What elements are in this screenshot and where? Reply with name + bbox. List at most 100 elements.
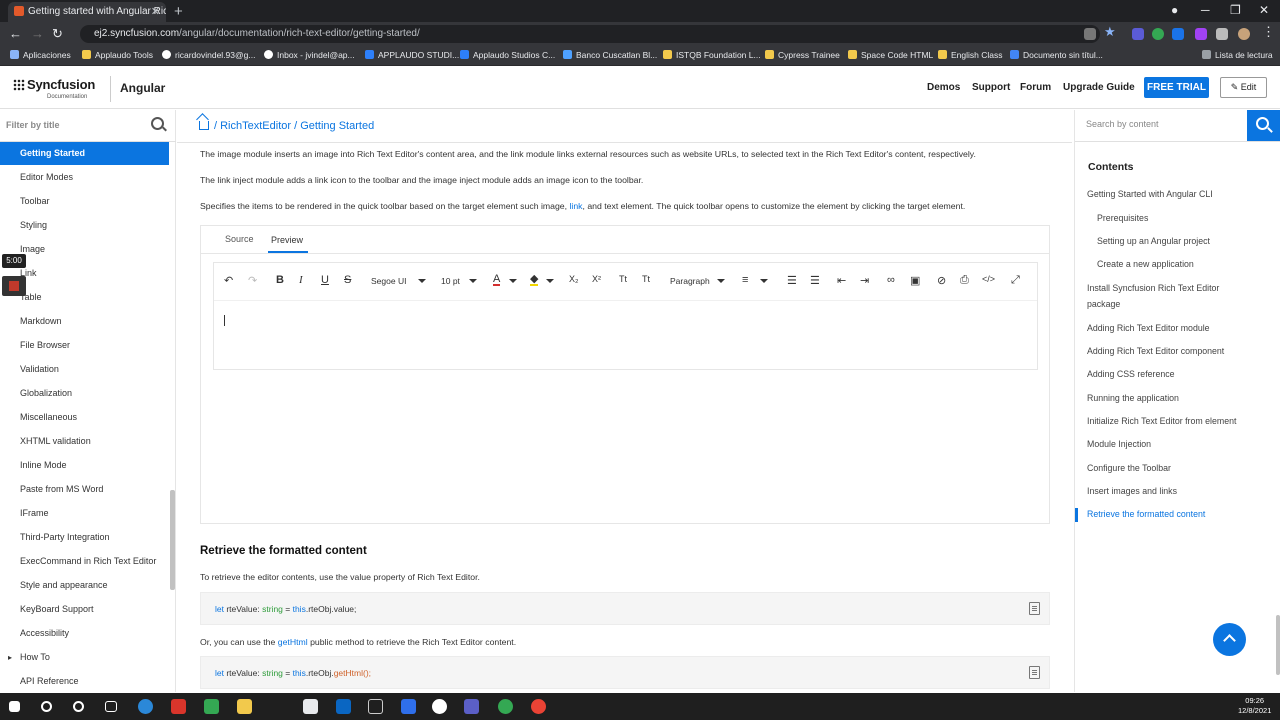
redo-icon[interactable]: ↷ <box>248 274 257 287</box>
sidebar-item[interactable]: XHTML validation <box>0 430 169 453</box>
outdent-icon[interactable]: ⇤ <box>837 274 846 287</box>
store-icon[interactable] <box>303 699 318 714</box>
chrome-icon[interactable] <box>531 699 546 714</box>
vscode-icon[interactable] <box>401 699 416 714</box>
product-name[interactable]: Angular <box>120 81 165 95</box>
toc-item[interactable]: Setting up an Angular project <box>1097 233 1210 250</box>
scroll-to-top-button[interactable] <box>1213 623 1246 656</box>
bookmark-item[interactable]: ricardovindel.93@g... <box>162 50 255 60</box>
back-icon[interactable]: ← <box>9 26 22 41</box>
filter-input[interactable]: Filter by title <box>6 120 60 130</box>
stop-recording-button[interactable] <box>2 276 26 296</box>
nav-upgrade-guide[interactable]: Upgrade Guide <box>1063 82 1135 93</box>
address-bar[interactable]: ej2.syncfusion.com/angular/documentation… <box>80 25 1100 43</box>
system-clock[interactable]: 09:26 12/8/2021 <box>1238 696 1271 716</box>
search-icon[interactable] <box>41 701 52 712</box>
new-tab-icon[interactable]: + <box>174 3 183 20</box>
clear-format-icon[interactable]: ⊘ <box>937 274 946 287</box>
superscript-icon[interactable]: X² <box>592 274 601 284</box>
reload-icon[interactable]: ↻ <box>52 26 63 42</box>
toc-item[interactable]: Install Syncfusion Rich Text Editor <box>1087 280 1219 297</box>
toc-item[interactable]: Module Injection <box>1087 436 1151 453</box>
indent-icon[interactable]: ⇥ <box>860 274 869 287</box>
toc-item[interactable]: Running the application <box>1087 390 1179 407</box>
sidebar-item[interactable]: Editor Modes <box>0 166 169 189</box>
sidebar-item[interactable]: Accessibility <box>0 622 169 645</box>
bookmark-item[interactable]: Applaudo Tools <box>82 50 153 60</box>
extension-icon[interactable] <box>1172 28 1184 40</box>
bold-icon[interactable]: B <box>276 274 284 286</box>
translate-icon[interactable] <box>1084 28 1096 40</box>
syncfusion-logo[interactable]: Syncfusion Documentation <box>13 77 99 103</box>
link[interactable]: getHtml <box>278 637 308 647</box>
link-icon[interactable]: ∞ <box>887 274 895 286</box>
profile-dot-icon[interactable]: ● <box>1171 3 1178 17</box>
toc-item[interactable]: Adding Rich Text Editor module <box>1087 320 1210 337</box>
slack-icon[interactable] <box>432 699 447 714</box>
font-name-dropdown[interactable]: Segoe UI <box>371 276 406 286</box>
free-trial-button[interactable]: FREE TRIAL <box>1144 77 1209 98</box>
align-icon[interactable]: ≡ <box>742 274 748 286</box>
sidebar-item[interactable]: Globalization <box>0 382 169 405</box>
toc-item[interactable]: package <box>1087 296 1120 313</box>
sidebar-item[interactable]: Markdown <box>0 310 169 333</box>
background-color-icon[interactable]: ◆ <box>530 274 539 286</box>
format-dropdown[interactable]: Paragraph <box>670 276 710 286</box>
toc-item[interactable]: Insert images and links <box>1087 483 1177 500</box>
sidebar-item[interactable]: Validation <box>0 358 169 381</box>
sidebar-item[interactable]: File Browser <box>0 334 169 357</box>
underline-icon[interactable]: U <box>321 274 329 286</box>
bookmark-item[interactable]: Banco Cuscatlan Bl... <box>563 50 657 60</box>
toc-item[interactable]: Create a new application <box>1097 256 1194 273</box>
subscript-icon[interactable]: X₂ <box>569 274 579 284</box>
settings-icon[interactable] <box>368 699 383 714</box>
sidebar-item[interactable]: Styling <box>0 214 169 237</box>
bookmark-item[interactable]: Applaudo Studios C... <box>460 50 555 60</box>
copy-icon[interactable] <box>1029 602 1040 615</box>
close-tab-icon[interactable]: ✕ <box>151 5 160 18</box>
bookmark-star-icon[interactable]: ★ <box>1104 24 1116 40</box>
edge-icon[interactable] <box>138 699 153 714</box>
chrome-icon[interactable] <box>498 699 513 714</box>
uppercase-icon[interactable]: Tt <box>619 274 627 284</box>
sidebar-item[interactable]: Style and appearance <box>0 574 169 597</box>
scrollbar[interactable] <box>170 490 175 590</box>
toc-item[interactable]: Adding Rich Text Editor component <box>1087 343 1224 360</box>
toc-item[interactable]: Prerequisites <box>1097 210 1148 227</box>
tab-preview[interactable]: Preview <box>271 235 303 245</box>
extension-icon[interactable] <box>1152 28 1164 40</box>
bookmark-item[interactable]: Inbox - jvindel@ap... <box>264 50 355 60</box>
bookmark-item[interactable]: Aplicaciones <box>10 50 71 60</box>
sidebar-item[interactable]: Inline Mode <box>0 454 169 477</box>
undo-icon[interactable]: ↶ <box>224 274 233 287</box>
teams-icon[interactable] <box>464 699 479 714</box>
toc-item[interactable]: Initialize Rich Text Editor from element <box>1087 413 1236 430</box>
toc-item[interactable]: Retrieve the formatted content <box>1087 506 1205 523</box>
source-code-icon[interactable]: </> <box>982 274 995 284</box>
home-icon[interactable] <box>199 121 209 130</box>
toc-item[interactable]: Configure the Toolbar <box>1087 460 1171 477</box>
extensions-puzzle-icon[interactable] <box>1216 28 1228 40</box>
nav-forum[interactable]: Forum <box>1020 82 1051 93</box>
windows-start-icon[interactable] <box>9 701 20 712</box>
sidebar-item[interactable]: Paste from MS Word <box>0 478 169 501</box>
bookmark-item[interactable]: English Class <box>938 50 1003 60</box>
browser-tab[interactable]: Getting started with Angular Rich ✕ <box>8 2 166 22</box>
app-icon[interactable] <box>171 699 186 714</box>
toc-item[interactable]: Getting Started with Angular CLI <box>1087 186 1213 203</box>
bookmark-item[interactable]: ISTQB Foundation L... <box>663 50 761 60</box>
nav-support[interactable]: Support <box>972 82 1010 93</box>
sidebar-item[interactable]: API Reference <box>0 670 169 693</box>
sidebar-item[interactable]: Third-Party Integration <box>0 526 169 549</box>
sidebar-item[interactable]: ▸ How To <box>0 646 169 669</box>
search-button[interactable] <box>1247 110 1280 141</box>
bookmark-item[interactable]: Cypress Trainee <box>765 50 840 60</box>
sidebar-item[interactable]: IFrame <box>0 502 169 525</box>
italic-icon[interactable]: I <box>299 274 303 286</box>
menu-icon[interactable]: ⋮ <box>1262 24 1275 40</box>
print-icon[interactable]: ⎙ <box>960 274 969 287</box>
bookmark-item[interactable]: Documento sin títul... <box>1010 50 1103 60</box>
search-input[interactable]: Search by content <box>1086 119 1159 129</box>
cortana-icon[interactable] <box>73 701 84 712</box>
sidebar-item[interactable]: ExecCommand in Rich Text Editor <box>0 550 169 573</box>
